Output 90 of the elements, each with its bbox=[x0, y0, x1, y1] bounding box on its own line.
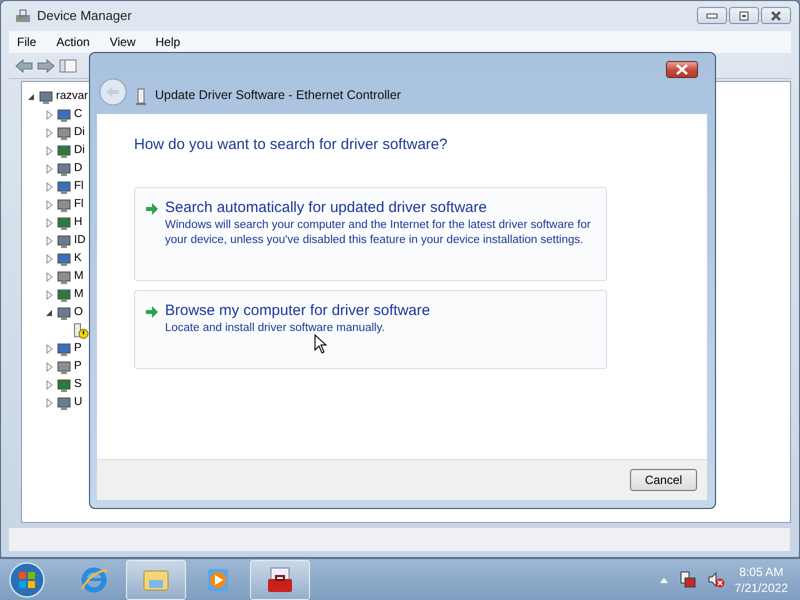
option-panel[interactable]: Browse my computer for driver software Locate and install driver software manually. bbox=[134, 290, 607, 368]
show-hidden-icons-icon[interactable] bbox=[658, 576, 669, 584]
maximize-button[interactable] bbox=[729, 7, 759, 24]
expand-arrow-icon[interactable] bbox=[44, 110, 54, 120]
forward-arrow-icon[interactable] bbox=[37, 58, 55, 74]
window-title: Device Manager bbox=[37, 7, 132, 26]
start-button[interactable] bbox=[8, 560, 46, 598]
expand-arrow-icon[interactable] bbox=[44, 254, 54, 264]
network-icon[interactable] bbox=[678, 570, 697, 588]
mouse-pointer-icon bbox=[314, 334, 328, 354]
expand-arrow-icon[interactable] bbox=[44, 290, 54, 300]
muted-speaker-icon[interactable] bbox=[706, 570, 725, 588]
tree-item[interactable]: U bbox=[74, 394, 82, 412]
back-arrow-icon[interactable] bbox=[15, 58, 33, 74]
device-icon bbox=[56, 341, 72, 357]
collapse-arrow-icon[interactable] bbox=[44, 308, 54, 318]
device-icon bbox=[56, 269, 72, 285]
option-title: Browse my computer for driver software bbox=[165, 300, 430, 320]
close-button[interactable] bbox=[666, 61, 698, 78]
expand-arrow-icon[interactable] bbox=[44, 362, 54, 372]
minimize-button[interactable] bbox=[697, 7, 727, 24]
tree-item[interactable]: O bbox=[74, 304, 83, 322]
option-title: Search automatically for updated driver software bbox=[165, 198, 488, 218]
menu-item[interactable]: Help bbox=[148, 33, 188, 51]
expand-arrow-icon[interactable] bbox=[44, 182, 54, 192]
device-manager-icon bbox=[15, 8, 31, 24]
network-adapter-icon bbox=[135, 88, 147, 106]
back-button-icon[interactable] bbox=[99, 78, 127, 106]
tree-item[interactable]: razvar bbox=[56, 88, 88, 106]
close-icon bbox=[675, 64, 689, 75]
device-icon bbox=[56, 197, 72, 213]
expand-arrow-icon[interactable] bbox=[44, 146, 54, 156]
tree-item[interactable]: P bbox=[74, 340, 82, 358]
device-icon bbox=[56, 161, 72, 177]
device-icon bbox=[56, 359, 72, 375]
arrow-icon bbox=[145, 202, 159, 216]
tree-item[interactable]: S bbox=[74, 376, 82, 394]
expand-arrow-icon[interactable] bbox=[44, 164, 54, 174]
tree-item[interactable]: Fl bbox=[74, 178, 84, 196]
dialog-title: Update Driver Software - Ethernet Controller bbox=[155, 87, 401, 104]
tree-item[interactable]: Di bbox=[74, 124, 85, 142]
expand-arrow-icon[interactable] bbox=[44, 200, 54, 210]
collapse-arrow-icon[interactable] bbox=[26, 92, 36, 102]
close-button[interactable] bbox=[761, 7, 791, 24]
expand-arrow-icon[interactable] bbox=[44, 128, 54, 138]
dialog-heading: How do you want to search for driver software? bbox=[134, 135, 448, 155]
device-icon bbox=[56, 179, 72, 195]
tree-item[interactable]: Fl bbox=[74, 196, 84, 214]
minimize-icon bbox=[706, 12, 718, 18]
tree-item[interactable]: M bbox=[74, 268, 84, 286]
expand-arrow-icon[interactable] bbox=[44, 380, 54, 390]
tree-item[interactable]: ID bbox=[74, 232, 86, 250]
device-icon bbox=[56, 305, 72, 321]
option-panel[interactable] bbox=[134, 186, 607, 280]
tree-item[interactable]: M bbox=[74, 286, 84, 304]
expand-arrow-icon[interactable] bbox=[44, 218, 54, 228]
expand-arrow-icon[interactable] bbox=[44, 236, 54, 246]
cancel-button[interactable]: Cancel bbox=[630, 469, 697, 491]
expand-arrow-icon[interactable] bbox=[44, 398, 54, 408]
taskbar-button[interactable] bbox=[126, 560, 186, 600]
device-icon bbox=[56, 377, 72, 393]
device-icon bbox=[56, 143, 72, 159]
device-icon bbox=[56, 125, 72, 141]
taskbar-button[interactable] bbox=[250, 560, 310, 600]
browser-icon bbox=[79, 564, 109, 594]
option-description: Windows will search your computer and the Internet for the latest driver software for your device, unless you've disabled this feature in your device installation settings. bbox=[165, 218, 592, 248]
menu-item[interactable]: Action bbox=[48, 33, 98, 51]
device-icon bbox=[56, 251, 72, 267]
device-icon bbox=[56, 233, 72, 249]
arrow-icon bbox=[145, 304, 159, 318]
menu-item[interactable]: View bbox=[102, 33, 144, 51]
console-tree-icon[interactable] bbox=[59, 58, 77, 74]
device-icon bbox=[56, 395, 72, 411]
maximize-icon bbox=[738, 10, 750, 20]
expand-arrow-icon[interactable] bbox=[44, 272, 54, 282]
tree-item[interactable]: C bbox=[74, 106, 82, 124]
close-icon bbox=[770, 10, 782, 20]
menu-item[interactable]: File bbox=[9, 33, 44, 51]
tree-item[interactable]: P bbox=[74, 358, 82, 376]
tree-item[interactable]: Di bbox=[74, 142, 85, 160]
tree-item[interactable]: K bbox=[74, 250, 82, 268]
device-icon bbox=[56, 215, 72, 231]
tree-item[interactable]: H bbox=[74, 214, 82, 232]
toolbox-icon bbox=[265, 564, 295, 594]
device-icon bbox=[38, 89, 54, 105]
tree-item[interactable]: D bbox=[74, 160, 82, 178]
device-icon bbox=[56, 287, 72, 303]
expand-arrow-icon[interactable] bbox=[44, 344, 54, 354]
device-icon bbox=[56, 107, 72, 123]
option-description: Locate and install driver software manually. bbox=[165, 320, 386, 336]
